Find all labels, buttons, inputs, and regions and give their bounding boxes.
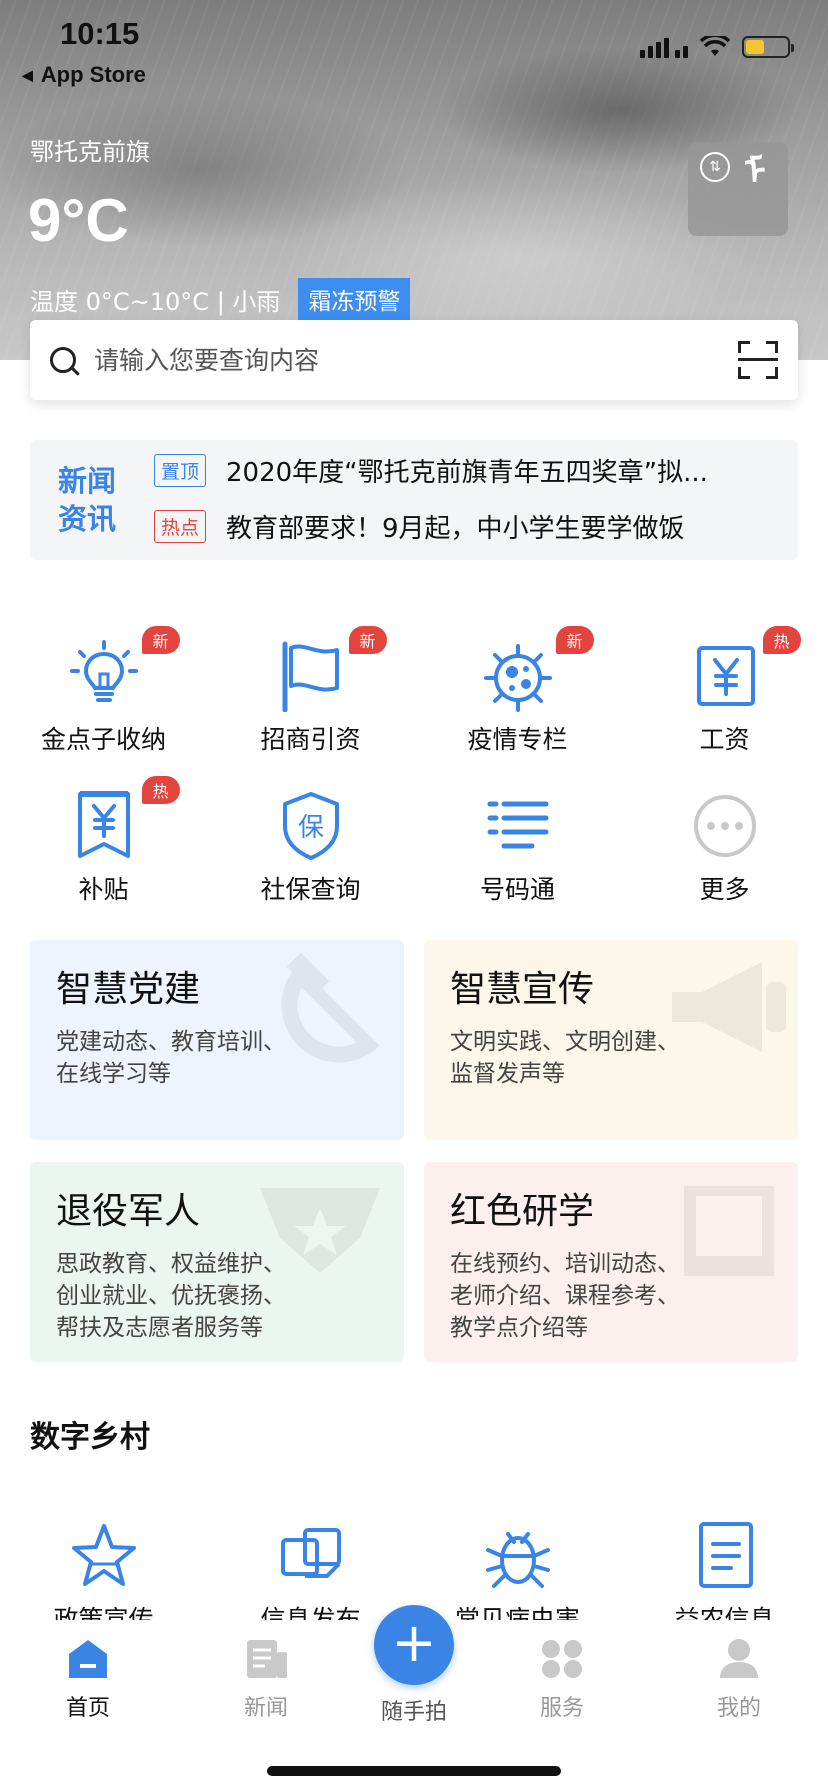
book-icon	[684, 1186, 774, 1276]
news-ticker: 新闻 资讯 置顶 2020年度“鄂托克前旗青年五四奖章”拟... 热点 教育部要…	[30, 440, 798, 560]
service-phone-directory[interactable]: 号码通	[414, 790, 621, 906]
card-description: 在线预约、培训动态、老师介绍、课程参考、教学点介绍等	[450, 1251, 680, 1341]
service-epidemic[interactable]: 新 疫情专栏	[414, 626, 621, 756]
back-label: App Store	[40, 62, 146, 87]
weather-header: 10:15 ◀ App Store 鄂托克前旗 9°C 温度 0°C~10°C …	[0, 0, 828, 360]
tab-label: 服务	[539, 1696, 584, 1721]
bug-icon	[482, 1520, 554, 1592]
quick-snap-button[interactable]: +	[374, 1605, 454, 1685]
service-suggestion-box[interactable]: 新 金点子收纳	[0, 626, 207, 756]
back-to-app-store[interactable]: ◀ App Store	[22, 62, 146, 88]
cellular-signal-icon	[640, 36, 688, 58]
hot-badge: 热	[762, 626, 801, 654]
newspaper-icon	[247, 1640, 287, 1678]
tab-news[interactable]: 新闻	[206, 1638, 326, 1722]
card-description: 党建动态、教育培训、在线学习等	[56, 1029, 286, 1087]
tab-label: 我的	[716, 1696, 761, 1721]
section-title-digital-village: 数字乡村	[30, 1420, 150, 1455]
service-label: 社保查询	[260, 875, 361, 904]
battery-icon	[742, 36, 794, 58]
tab-label: 新闻	[243, 1696, 288, 1721]
mongolian-script-icon: ᠮ	[744, 151, 766, 193]
tab-label: 首页	[65, 1696, 110, 1721]
current-temperature: 9°C	[28, 187, 129, 254]
village-policy[interactable]: 政策宣传	[0, 1520, 207, 1636]
village-pests[interactable]: 常见病虫害	[414, 1520, 621, 1636]
yen-card-icon: 热	[689, 626, 801, 712]
scan-icon[interactable]	[738, 341, 778, 379]
news-item-pinned[interactable]: 置顶 2020年度“鄂托克前旗青年五四奖章”拟...	[154, 452, 784, 489]
shield-icon: 保	[275, 790, 347, 862]
wifi-icon	[700, 36, 730, 56]
service-label: 更多	[699, 875, 750, 904]
service-subsidy[interactable]: 热 补贴	[0, 776, 207, 906]
switch-icon: ⇅	[700, 152, 730, 182]
card-smart-publicity[interactable]: 智慧宣传 文明实践、文明创建、监督发声等	[424, 940, 798, 1140]
yen-bookmark-icon: 热	[68, 776, 180, 862]
service-label: 工资	[699, 725, 750, 754]
tab-mine[interactable]: 我的	[679, 1638, 799, 1722]
news-headline: 教育部要求！9月起，中小学生要学做饭	[226, 514, 685, 544]
new-badge: 新	[141, 626, 180, 654]
status-icons	[640, 36, 794, 58]
share-squares-icon	[275, 1520, 347, 1592]
megaphone-icon	[672, 962, 786, 1052]
svg-text:保: 保	[297, 813, 323, 843]
snap-label: 随手拍	[380, 1700, 447, 1725]
tab-home[interactable]: 首页	[28, 1638, 148, 1722]
search-bar	[30, 320, 798, 400]
service-more[interactable]: 更多	[621, 790, 828, 906]
home-icon	[69, 1640, 107, 1678]
document-icon	[689, 1520, 761, 1592]
hot-badge: 热	[141, 776, 180, 804]
service-label: 招商引资	[260, 725, 361, 754]
search-input[interactable]	[94, 345, 738, 375]
card-smart-party[interactable]: 智慧党建 党建动态、教育培训、在线学习等	[30, 940, 404, 1140]
service-social-security[interactable]: 保 社保查询	[207, 790, 414, 906]
new-badge: 新	[348, 626, 387, 654]
hammer-sickle-icon	[281, 952, 380, 1063]
flag-icon: 新	[275, 626, 387, 713]
user-icon	[720, 1639, 758, 1678]
news-headline: 2020年度“鄂托克前旗青年五四奖章”拟...	[226, 458, 708, 488]
tab-services[interactable]: 服务	[502, 1638, 622, 1722]
card-veterans[interactable]: 退役军人 思政教育、权益维护、创业就业、优抚褒扬、帮扶及志愿者服务等	[30, 1162, 404, 1362]
home-indicator	[267, 1766, 561, 1776]
service-label: 补贴	[78, 875, 129, 904]
status-time: 10:15	[60, 16, 140, 51]
frost-warning-badge[interactable]: 霜冻预警	[298, 278, 411, 320]
hot-tag: 热点	[154, 510, 207, 543]
new-badge: 新	[555, 626, 594, 654]
search-icon	[50, 347, 76, 373]
lightbulb-icon: 新	[68, 626, 180, 712]
service-label: 金点子收纳	[40, 725, 166, 754]
pinned-tag: 置顶	[154, 454, 207, 487]
news-item-hot[interactable]: 热点 教育部要求！9月起，中小学生要学做饭	[154, 508, 784, 545]
card-description: 文明实践、文明创建、监督发声等	[450, 1029, 680, 1087]
service-salary[interactable]: 热 工资	[621, 626, 828, 756]
virus-icon: 新	[482, 626, 594, 712]
service-label: 号码通	[479, 875, 555, 904]
news-section-title: 新闻 资讯	[58, 464, 117, 536]
service-label: 疫情专栏	[467, 725, 568, 754]
services-grid-icon	[542, 1640, 582, 1678]
service-investment[interactable]: 新 招商引资	[207, 626, 414, 756]
weather-detail: 温度 0°C~10°C | 小雨	[30, 287, 281, 316]
list-icon	[482, 790, 554, 862]
village-agri-info[interactable]: 益农信息	[621, 1520, 828, 1636]
language-switch-button[interactable]: ⇅ ᠮ	[688, 142, 788, 236]
card-red-study[interactable]: 红色研学 在线预约、培训动态、老师介绍、课程参考、教学点介绍等	[424, 1162, 798, 1362]
back-arrow-icon: ◀	[22, 66, 33, 83]
star-icon	[68, 1520, 140, 1592]
military-badge-icon	[260, 1188, 380, 1273]
more-icon	[689, 790, 761, 862]
city-name: 鄂托克前旗	[30, 138, 150, 166]
